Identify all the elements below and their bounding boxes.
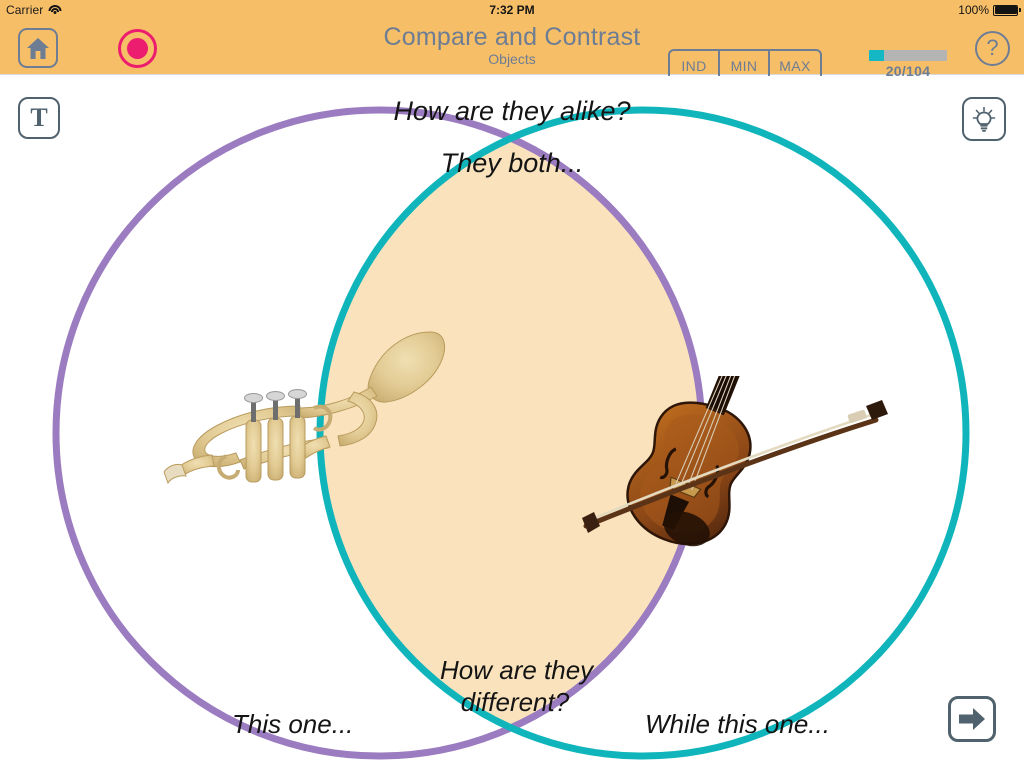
text-tool-button[interactable]: T	[18, 97, 60, 139]
prompt-left: This one...	[232, 709, 354, 739]
arrow-right-icon	[959, 708, 985, 730]
clock-label: 7:32 PM	[489, 3, 535, 17]
battery-icon	[993, 4, 1021, 16]
battery-percent-label: 100%	[958, 3, 989, 17]
carrier-label: Carrier	[6, 3, 44, 17]
progress-track	[869, 50, 947, 61]
prompt-different-line2: different?	[460, 687, 570, 717]
record-icon	[127, 38, 148, 59]
help-button[interactable]: ?	[975, 31, 1010, 66]
app-root: Carrier 7:32 PM 100% Compare and Contras…	[0, 0, 1024, 768]
home-button[interactable]	[18, 28, 58, 68]
violin-image[interactable]	[560, 376, 900, 591]
worksheet-canvas: How are they alike? They both... How are…	[0, 76, 1024, 768]
nav-bar: Compare and Contrast Objects IND MIN MAX…	[0, 20, 1024, 82]
record-button[interactable]	[118, 29, 157, 68]
home-icon	[27, 37, 49, 59]
progress-fill	[869, 50, 884, 61]
prompt-different-line1: How are they	[440, 655, 594, 685]
prompt-different: How are they different?	[440, 654, 594, 718]
trumpet-image[interactable]	[118, 308, 448, 518]
status-bar-left: Carrier	[6, 3, 62, 17]
status-bar-right: 100%	[958, 3, 1021, 17]
question-mark-icon: ?	[986, 34, 999, 60]
prompt-alike: How are they alike?	[393, 96, 631, 126]
violin-illustration	[582, 376, 888, 547]
next-button[interactable]	[948, 696, 996, 742]
lightbulb-icon	[972, 106, 996, 132]
prompt-both: They both...	[440, 148, 584, 178]
prompt-right: While this one...	[645, 709, 830, 739]
wifi-icon	[48, 4, 62, 16]
status-bar: Carrier 7:32 PM 100%	[0, 0, 1024, 20]
progress-indicator: 20/104	[869, 50, 947, 79]
trumpet-illustration	[163, 331, 446, 485]
hint-button[interactable]	[962, 97, 1006, 141]
text-tool-icon: T	[30, 103, 48, 132]
